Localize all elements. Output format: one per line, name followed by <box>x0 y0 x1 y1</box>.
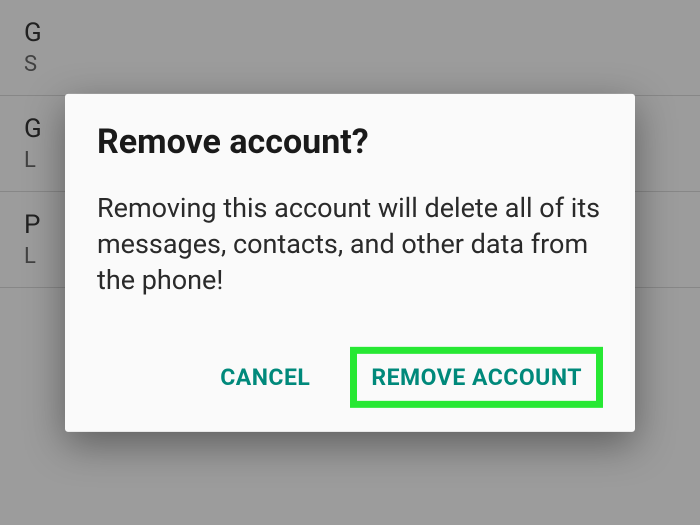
dialog-body: Removing this account will delete all of… <box>97 189 603 298</box>
remove-account-button[interactable]: REMOVE ACCOUNT <box>361 356 592 399</box>
dialog-actions: CANCEL REMOVE ACCOUNT <box>97 347 603 408</box>
cancel-button[interactable]: CANCEL <box>208 354 322 401</box>
highlight-annotation: REMOVE ACCOUNT <box>350 347 603 408</box>
remove-account-dialog: Remove account? Removing this account wi… <box>65 93 635 431</box>
dialog-title: Remove account? <box>97 121 603 161</box>
